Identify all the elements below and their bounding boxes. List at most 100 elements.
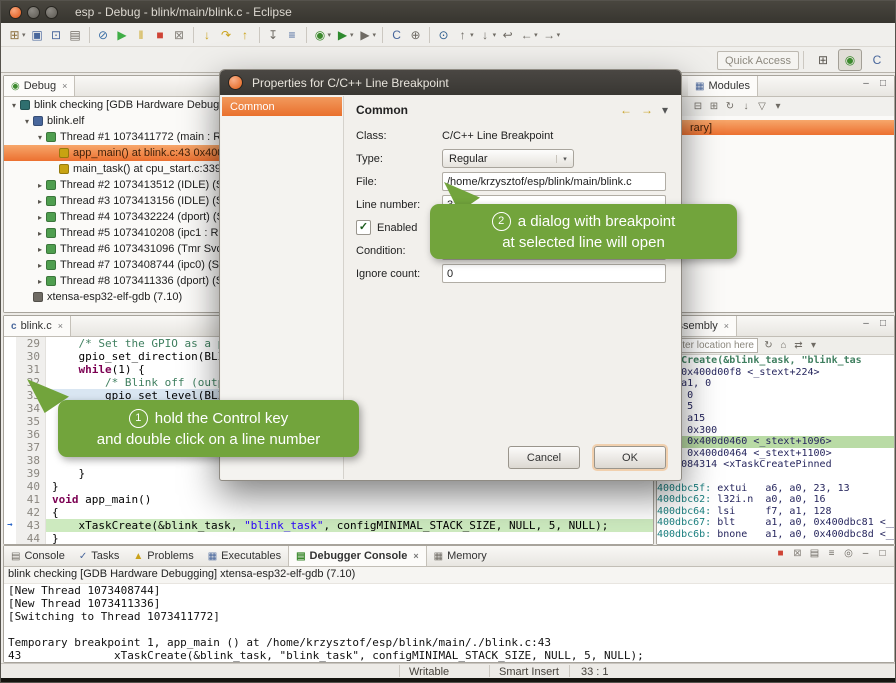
close-window-button[interactable] [9, 6, 22, 19]
next-annotation-button[interactable]: ↓▾ [477, 25, 498, 45]
open-perspective-button[interactable]: ⊞ [811, 49, 835, 71]
code-text[interactable]: xTaskCreate(&blink_task, "blink_task", c… [46, 519, 653, 532]
build-button[interactable]: ⊕ [407, 25, 424, 45]
close-tab-icon[interactable]: × [62, 81, 67, 91]
run-button[interactable]: ▶▾ [334, 25, 355, 45]
print-button[interactable]: ▤ [67, 25, 84, 45]
line-number[interactable]: 38 [16, 454, 46, 467]
close-tab-icon[interactable]: × [724, 321, 729, 331]
tab-debugger-console[interactable]: ▤Debugger Console× [288, 546, 427, 566]
line-number[interactable]: 42 [16, 506, 46, 519]
maximize-button[interactable]: □ [876, 318, 890, 329]
view-menu-icon[interactable]: ▾ [806, 340, 821, 351]
file-input[interactable]: /home/krzysztof/esp/blink/main/blink.c [442, 172, 666, 191]
enabled-checkbox[interactable]: ✓ [356, 220, 371, 235]
debug-perspective-button[interactable]: ◉ [838, 49, 862, 71]
ok-button[interactable]: OK [594, 446, 666, 469]
cpp-perspective-button[interactable]: C [865, 49, 889, 71]
step-into-button[interactable]: ↓ [199, 25, 216, 45]
tab-tasks[interactable]: ✓Tasks [72, 546, 127, 566]
line-number[interactable]: 44 [16, 532, 46, 544]
skip-all-breakpoints-button[interactable]: ⊘ [95, 25, 112, 45]
tree-expander-icon[interactable]: ▸ [34, 213, 46, 222]
sync-with-debugger-icon[interactable]: ⇄ [791, 340, 806, 351]
instruction-stepping-button[interactable]: ≡ [284, 25, 301, 45]
line-number[interactable]: 40 [16, 480, 46, 493]
minimize-button[interactable]: – [858, 548, 873, 559]
tree-expander-icon[interactable]: ▸ [34, 197, 46, 206]
tree-expander-icon[interactable]: ▸ [34, 277, 46, 286]
type-dropdown[interactable]: Regular ▾ [442, 149, 574, 168]
tab-modules[interactable]: ▦ Modules [688, 76, 758, 96]
view-menu-icon[interactable]: ▾ [662, 103, 668, 117]
line-number[interactable]: 35 [16, 415, 46, 428]
back-button[interactable]: ←▾ [518, 25, 539, 45]
code-text[interactable]: void app_main() [46, 493, 653, 506]
home-icon[interactable]: ⌂ [776, 340, 791, 351]
search-button[interactable]: ⊙ [435, 25, 452, 45]
line-number[interactable]: 29 [16, 337, 46, 350]
console-output[interactable]: [New Thread 1073408744][New Thread 10734… [4, 584, 894, 662]
tree-expander-icon[interactable]: ▸ [34, 245, 46, 254]
terminate-button[interactable]: ■ [152, 25, 169, 45]
tree-expander-icon[interactable]: ▸ [34, 261, 46, 270]
dialog-close-button[interactable] [228, 75, 243, 90]
forward-button[interactable]: →▾ [541, 25, 562, 45]
save-all-button[interactable]: ⊡ [48, 25, 65, 45]
tab-executables[interactable]: ▦Executables [201, 546, 288, 566]
line-number[interactable]: 37 [16, 441, 46, 454]
forward-icon[interactable]: → [641, 103, 653, 117]
tab-problems[interactable]: ▲Problems [126, 546, 200, 566]
line-number[interactable]: 30 [16, 350, 46, 363]
refresh-icon[interactable]: ↻ [761, 340, 776, 351]
clear-console-icon[interactable]: ▤ [807, 548, 822, 559]
minimize-button[interactable]: – [859, 318, 873, 329]
resume-button[interactable]: ▶ [114, 25, 131, 45]
tree-expander-icon[interactable]: ▾ [34, 133, 46, 142]
code-text[interactable]: { [46, 506, 653, 519]
remove-launch-icon[interactable]: ⊠ [790, 548, 805, 559]
code-text[interactable]: } [46, 532, 653, 544]
expand-all-icon[interactable]: ⊞ [706, 101, 722, 112]
disconnect-button[interactable]: ⊠ [171, 25, 188, 45]
disassembly-lines[interactable]: TaskCreate(&blink_task, "blink_tasa8, 0x… [657, 355, 894, 544]
drop-to-frame-button[interactable]: ↧ [265, 25, 282, 45]
close-tab-icon[interactable]: × [58, 321, 63, 331]
maximize-window-button[interactable] [45, 6, 58, 19]
back-icon[interactable]: ← [620, 103, 632, 117]
line-number[interactable]: 43 [16, 519, 46, 532]
previous-annotation-button[interactable]: ↑▾ [454, 25, 475, 45]
tree-expander-icon[interactable]: ▾ [8, 101, 20, 110]
line-number[interactable]: 41 [16, 493, 46, 506]
save-button[interactable]: ▣ [29, 25, 46, 45]
tree-expander-icon[interactable]: ▸ [34, 229, 46, 238]
debug-button[interactable]: ◉▾ [312, 25, 333, 45]
minimize-window-button[interactable] [27, 6, 40, 19]
new-wizard-button[interactable]: ⊞▾ [6, 25, 27, 45]
tab-memory[interactable]: ▦Memory [427, 546, 494, 566]
refresh-icon[interactable]: ↻ [722, 101, 738, 112]
sort-icon[interactable]: ↓ [738, 101, 754, 112]
terminate-console-icon[interactable]: ■ [773, 548, 788, 559]
minimize-button[interactable]: – [859, 78, 873, 89]
step-return-button[interactable]: ↑ [237, 25, 254, 45]
tree-expander-icon[interactable]: ▾ [21, 117, 33, 126]
cancel-button[interactable]: Cancel [508, 446, 580, 469]
step-over-button[interactable]: ↷ [218, 25, 235, 45]
filter-icon[interactable]: ▽ [754, 101, 770, 112]
pin-console-icon[interactable]: ◎ [841, 548, 856, 559]
last-edit-location-button[interactable]: ↩ [499, 25, 516, 45]
maximize-button[interactable]: □ [875, 548, 890, 559]
ignore-count-input[interactable]: 0 [442, 264, 666, 283]
view-menu-icon[interactable]: ▾ [770, 101, 786, 112]
line-number[interactable]: 31 [16, 363, 46, 376]
suspend-button[interactable]: ‖ [133, 25, 150, 45]
external-tools-button[interactable]: ▶▾ [357, 25, 378, 45]
line-number[interactable]: 36 [16, 428, 46, 441]
code-text[interactable]: } [46, 480, 653, 493]
sidebar-item-common[interactable]: Common [222, 97, 342, 116]
tab-console[interactable]: ▤Console [4, 546, 72, 566]
line-number[interactable]: 39 [16, 467, 46, 480]
scroll-lock-icon[interactable]: ≡ [824, 548, 839, 559]
close-tab-icon[interactable]: × [413, 551, 418, 561]
